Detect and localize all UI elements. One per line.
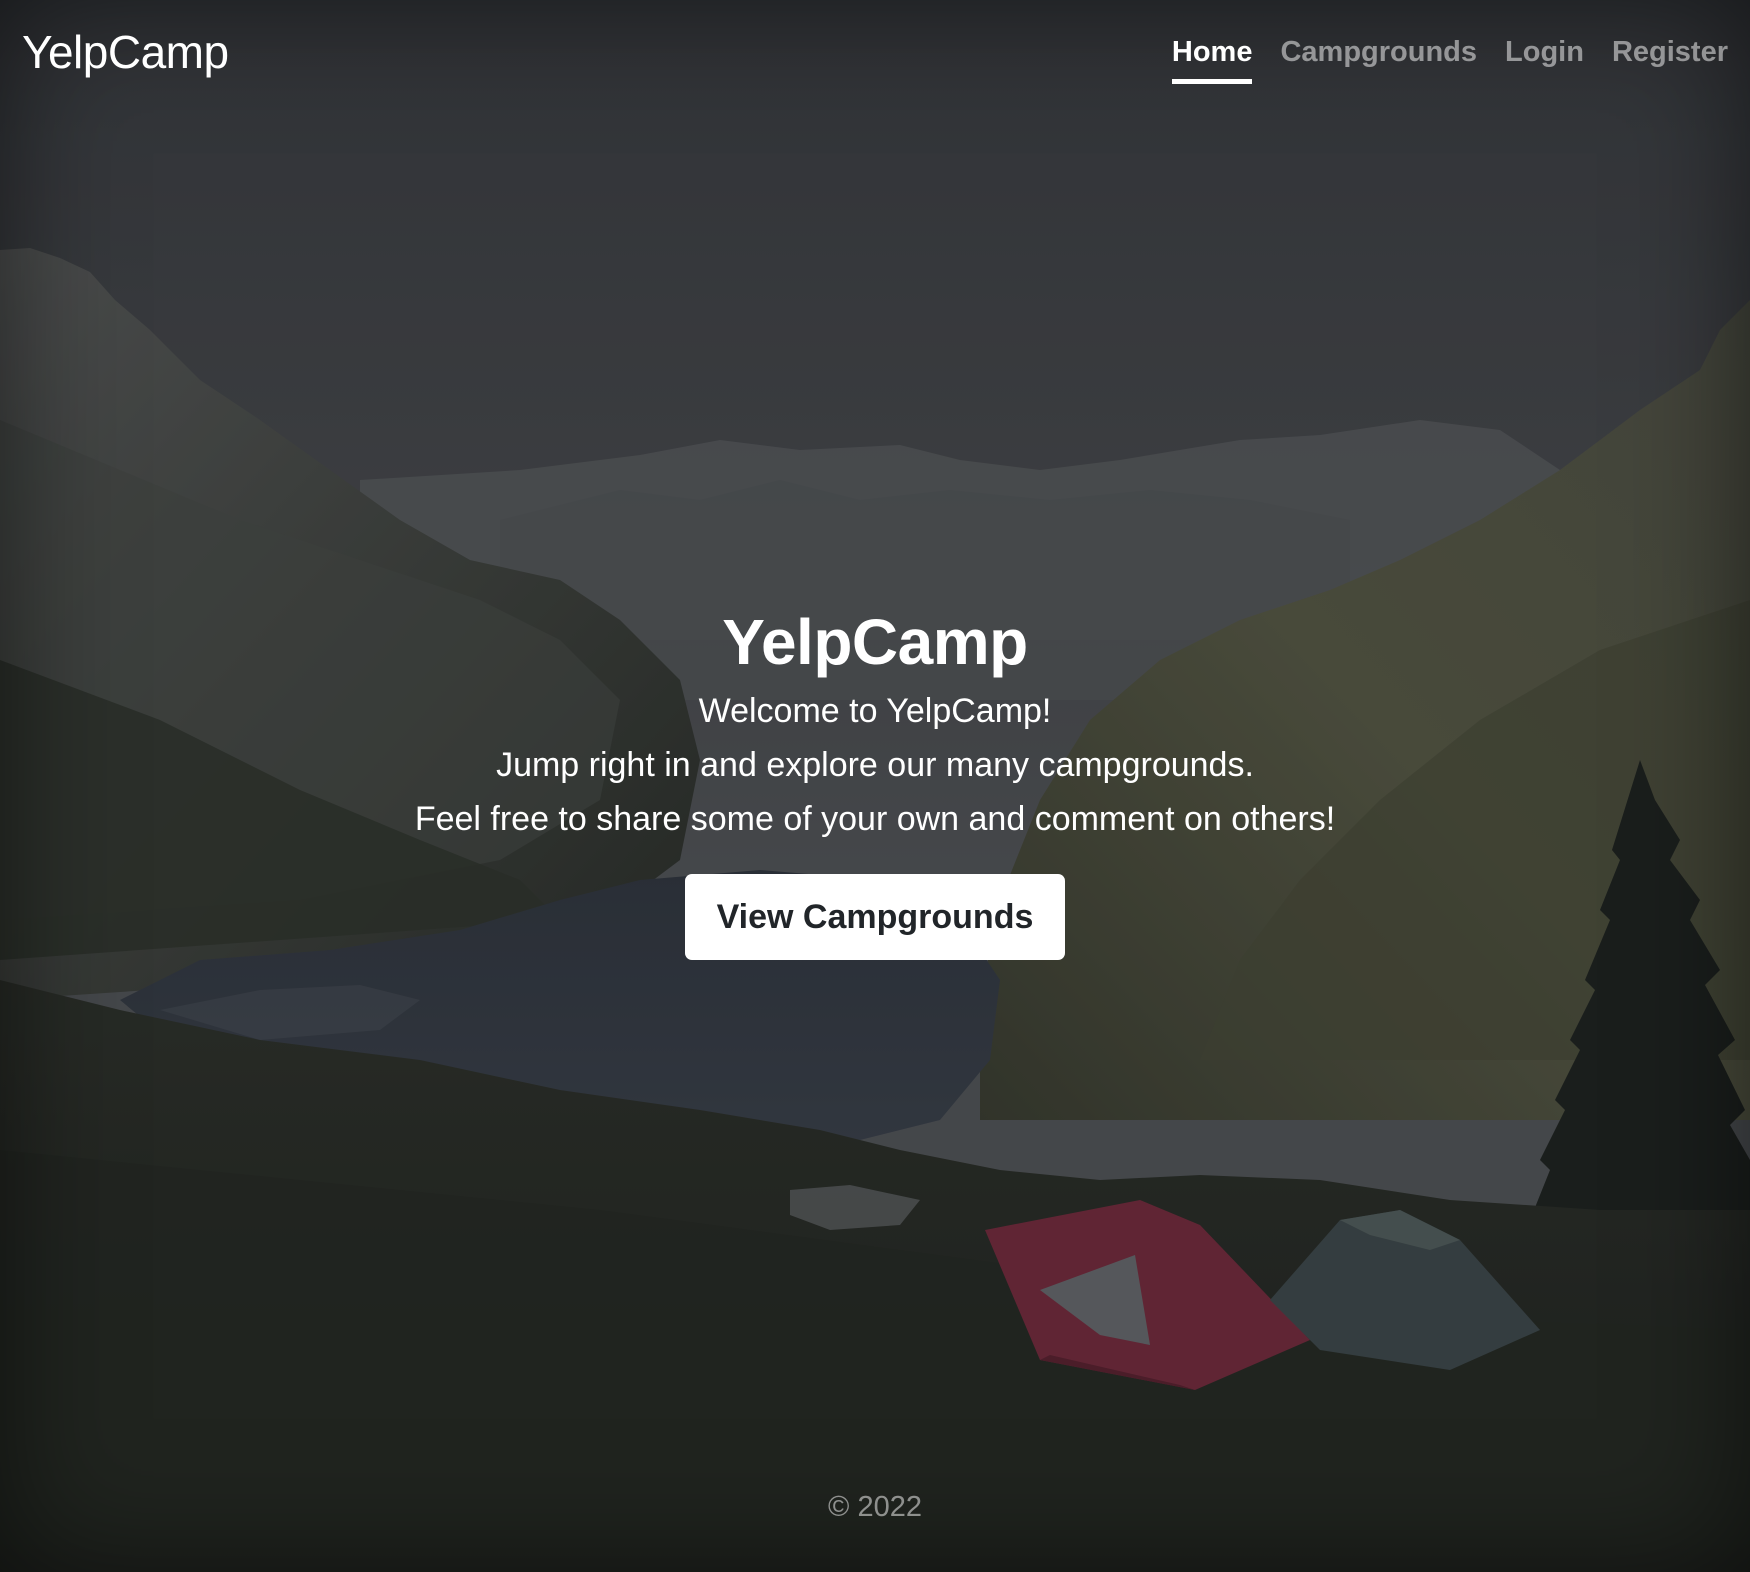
navbar: YelpCamp Home Campgrounds Login Register — [0, 0, 1750, 100]
hero-lead: Welcome to YelpCamp! Jump right in and e… — [0, 684, 1750, 846]
nav-link-campgrounds[interactable]: Campgrounds — [1280, 32, 1477, 84]
hero-section: YelpCamp Welcome to YelpCamp! Jump right… — [0, 600, 1750, 960]
view-campgrounds-button[interactable]: View Campgrounds — [684, 874, 1066, 960]
nav-link-login[interactable]: Login — [1505, 32, 1584, 84]
footer-copyright: © 2022 — [828, 1491, 922, 1523]
brand-logo-link[interactable]: YelpCamp — [22, 24, 229, 80]
landing-page: YelpCamp Home Campgrounds Login Register… — [0, 0, 1750, 1572]
nav-link-home[interactable]: Home — [1171, 32, 1252, 84]
nav-link-register[interactable]: Register — [1612, 32, 1728, 84]
hero-share-text: Feel free to share some of your own and … — [414, 800, 1336, 838]
hero-explore-text: Jump right in and explore our many campg… — [496, 746, 1254, 784]
nav-links: Home Campgrounds Login Register — [1171, 32, 1728, 84]
hero-title: YelpCamp — [722, 606, 1028, 678]
hero-welcome-text: Welcome to YelpCamp! — [698, 692, 1052, 730]
